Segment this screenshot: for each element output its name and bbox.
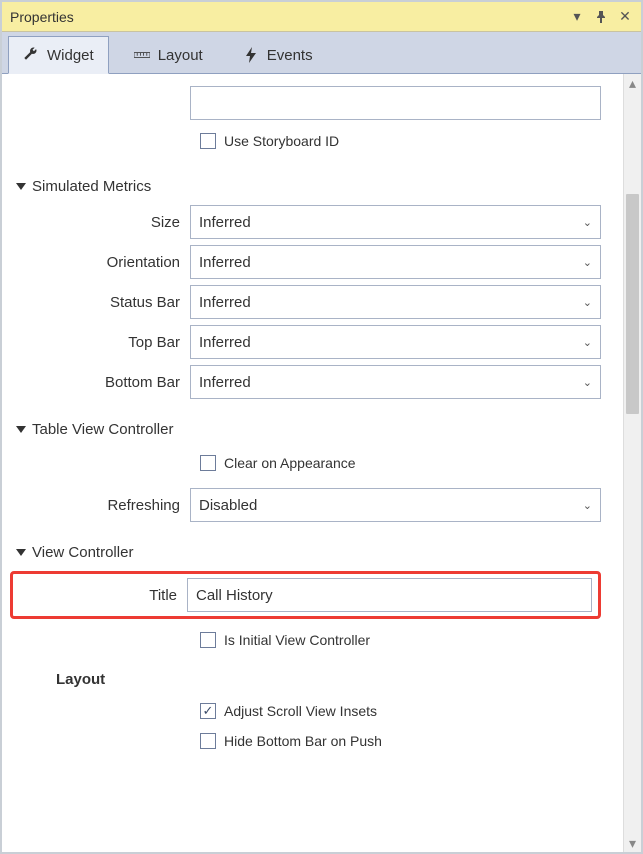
section-table-view-controller[interactable]: Table View Controller [16, 421, 601, 438]
is-initial-checkbox[interactable] [200, 632, 216, 648]
hide-bottom-checkbox[interactable] [200, 733, 216, 749]
tabbar: Widget Layout Events [2, 32, 641, 74]
close-icon[interactable]: ✕ [617, 9, 633, 25]
use-storyboard-id-label: Use Storyboard ID [224, 133, 339, 149]
title-highlight: Title [10, 571, 601, 619]
bottom-bar-label: Bottom Bar [16, 374, 190, 391]
adjust-insets-label: Adjust Scroll View Insets [224, 703, 377, 719]
is-initial-label: Is Initial View Controller [224, 632, 370, 648]
section-title: Simulated Metrics [32, 178, 151, 195]
titlebar-icons: ▾ ✕ [569, 9, 633, 25]
bolt-icon [243, 47, 259, 63]
refreshing-value: Disabled [199, 497, 257, 514]
ruler-icon [134, 47, 150, 63]
scroll-down-icon[interactable]: ▾ [624, 834, 641, 852]
size-select[interactable]: Inferred ⌄ [190, 205, 601, 239]
storyboard-id-input[interactable] [190, 86, 601, 120]
top-bar-value: Inferred [199, 334, 251, 351]
chevron-down-icon: ⌄ [583, 376, 592, 389]
bottom-bar-value: Inferred [199, 374, 251, 391]
scroll-thumb[interactable] [626, 194, 639, 414]
chevron-down-icon: ⌄ [583, 216, 592, 229]
orientation-value: Inferred [199, 254, 251, 271]
chevron-down-icon: ⌄ [583, 499, 592, 512]
top-bar-label: Top Bar [16, 334, 190, 351]
status-bar-select[interactable]: Inferred ⌄ [190, 285, 601, 319]
wrench-icon [23, 47, 39, 63]
tab-layout[interactable]: Layout [119, 36, 218, 73]
tab-label: Events [267, 47, 313, 64]
expander-icon [16, 549, 26, 556]
tab-label: Widget [47, 47, 94, 64]
chevron-down-icon: ⌄ [583, 296, 592, 309]
adjust-insets-checkbox[interactable] [200, 703, 216, 719]
expander-icon [16, 183, 26, 190]
clear-on-appearance-checkbox[interactable] [200, 455, 216, 471]
use-storyboard-id-checkbox[interactable] [200, 133, 216, 149]
scrollbar[interactable]: ▴ ▾ [623, 74, 641, 852]
size-value: Inferred [199, 214, 251, 231]
orientation-select[interactable]: Inferred ⌄ [190, 245, 601, 279]
section-view-controller[interactable]: View Controller [16, 544, 601, 561]
refreshing-select[interactable]: Disabled ⌄ [190, 488, 601, 522]
top-bar-select[interactable]: Inferred ⌄ [190, 325, 601, 359]
orientation-label: Orientation [16, 254, 190, 271]
expander-icon [16, 426, 26, 433]
vc-title-label: Title [13, 587, 187, 604]
tab-label: Layout [158, 47, 203, 64]
pin-icon[interactable] [593, 9, 609, 25]
section-simulated-metrics[interactable]: Simulated Metrics [16, 178, 601, 195]
hide-bottom-label: Hide Bottom Bar on Push [224, 733, 382, 749]
scroll-up-icon[interactable]: ▴ [624, 74, 641, 92]
vc-title-text[interactable] [196, 587, 395, 604]
layout-subheader: Layout [56, 671, 601, 688]
section-title: View Controller [32, 544, 133, 561]
window-title: Properties [10, 9, 569, 25]
size-label: Size [16, 214, 190, 231]
status-bar-label: Status Bar [16, 294, 190, 311]
refreshing-label: Refreshing [16, 497, 190, 514]
tab-widget[interactable]: Widget [8, 36, 109, 74]
titlebar: Properties ▾ ✕ [2, 2, 641, 32]
chevron-down-icon: ⌄ [583, 336, 592, 349]
clear-on-appearance-label: Clear on Appearance [224, 455, 356, 471]
properties-content: Use Storyboard ID Simulated Metrics Size… [2, 74, 623, 852]
status-bar-value: Inferred [199, 294, 251, 311]
vc-title-input[interactable] [187, 578, 592, 612]
dropdown-icon[interactable]: ▾ [569, 9, 585, 25]
tab-events[interactable]: Events [228, 36, 328, 73]
section-title: Table View Controller [32, 421, 173, 438]
bottom-bar-select[interactable]: Inferred ⌄ [190, 365, 601, 399]
chevron-down-icon: ⌄ [583, 256, 592, 269]
